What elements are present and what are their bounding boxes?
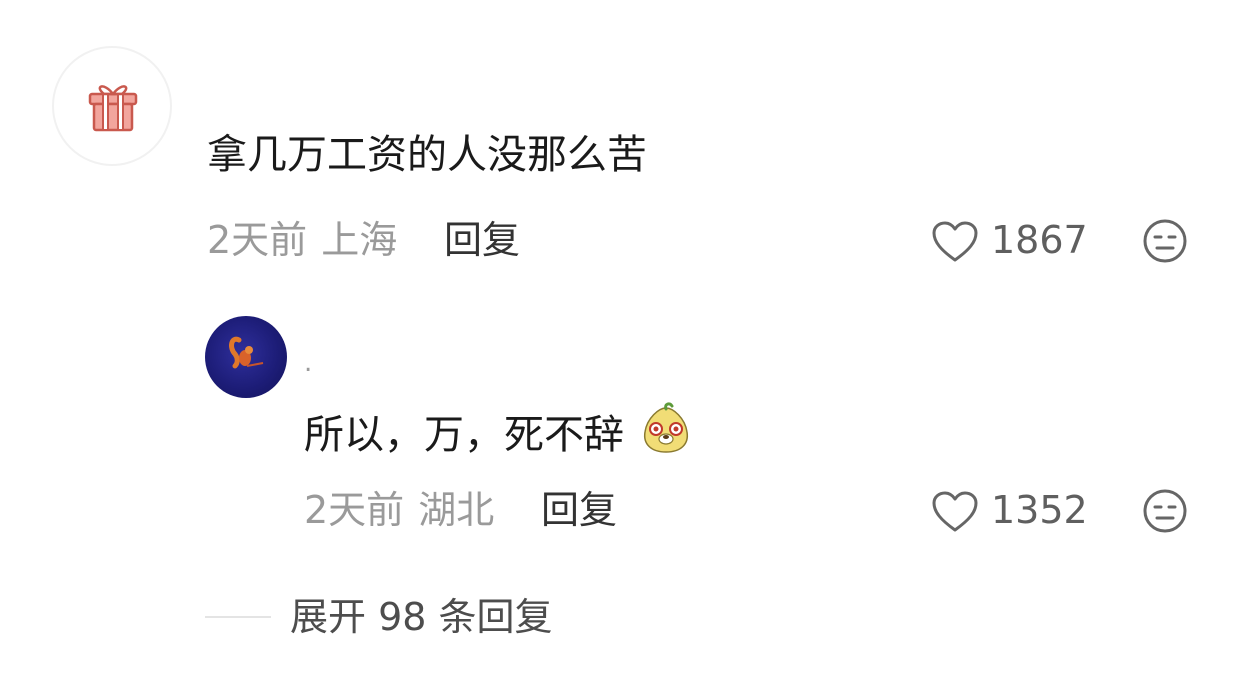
squirrel-avatar — [229, 336, 264, 369]
reply-content: 所以，万，死不辞 — [304, 402, 693, 461]
meh-face-icon[interactable] — [1142, 488, 1188, 534]
comment-time: 2天前 — [207, 218, 308, 262]
reply-username[interactable]: . — [304, 348, 312, 378]
reply-location: 湖北 — [418, 488, 495, 532]
expand-divider — [205, 616, 271, 618]
reply-like-count: 1352 — [991, 488, 1088, 532]
yellow-creature-emoji — [643, 402, 688, 453]
commenter-avatar[interactable] — [52, 46, 172, 166]
comment-meta: 2天前 上海 — [207, 216, 397, 264]
heart-icon[interactable] — [931, 490, 979, 534]
expand-replies-button[interactable]: 展开 98 条回复 — [290, 593, 553, 641]
reply-avatar[interactable] — [205, 316, 287, 398]
comment-like-count: 1867 — [991, 218, 1088, 262]
comment-reply-button[interactable]: 回复 — [444, 216, 520, 264]
comment-location: 上海 — [321, 218, 398, 262]
reply-meta: 2天前 湖北 — [304, 486, 494, 534]
meh-face-icon[interactable] — [1142, 218, 1188, 264]
reply-reply-button[interactable]: 回复 — [541, 486, 617, 534]
reply-text: 所以，万，死不辞 — [304, 412, 624, 458]
gift-icon — [88, 85, 138, 132]
comment-text: 拿几万工资的人没那么苦 — [207, 132, 647, 178]
heart-icon[interactable] — [931, 220, 979, 264]
reply-time: 2天前 — [304, 488, 405, 532]
